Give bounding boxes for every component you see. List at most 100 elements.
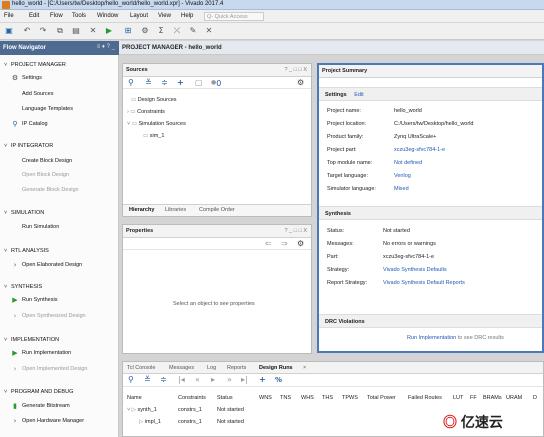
search-icon[interactable]: ⚲ xyxy=(128,78,134,88)
simulator-language-link[interactable]: Mixed xyxy=(394,186,409,192)
expand-all-icon[interactable]: ≑ xyxy=(160,375,167,385)
run-icon[interactable]: ▸ xyxy=(211,375,215,385)
nav-create-block-design[interactable]: Create Block Design xyxy=(22,158,72,164)
nav-settings[interactable]: ⚙ Settings xyxy=(12,74,42,82)
edit-icon[interactable]: ✎ xyxy=(188,26,198,36)
collapse-all-icon[interactable]: ≚ xyxy=(145,78,152,88)
copy-icon[interactable]: ⧉ xyxy=(55,26,65,36)
column-header[interactable]: THS xyxy=(322,395,333,401)
target-language-link[interactable]: Verilog xyxy=(394,173,411,179)
first-icon[interactable]: |◂ xyxy=(178,375,185,385)
run-icon[interactable]: ▶ xyxy=(104,26,114,36)
section-simulation[interactable]: ˅ SIMULATION xyxy=(4,210,44,216)
paste-icon[interactable]: ▤ xyxy=(71,26,81,36)
tree-sim-1[interactable]: ▭ sim_1 xyxy=(143,133,164,139)
search-icon[interactable]: ⚲ xyxy=(128,375,134,385)
tab-hierarchy[interactable]: Hierarchy xyxy=(129,207,154,213)
section-ip-integrator[interactable]: ˅ IP INTEGRATOR xyxy=(4,143,53,149)
run-implementation-link[interactable]: Run Implementation xyxy=(407,335,456,341)
redo-icon[interactable]: ↷ xyxy=(38,26,48,36)
close-icon[interactable]: ✕ xyxy=(204,26,214,36)
column-header[interactable]: WHS xyxy=(301,395,314,401)
nav-run-simulation[interactable]: Run Simulation xyxy=(22,224,59,230)
add-icon[interactable]: + xyxy=(177,78,184,88)
add-run-icon[interactable]: + xyxy=(259,375,266,385)
previous-icon[interactable]: « xyxy=(195,375,200,385)
nav-language-templates[interactable]: Language Templates xyxy=(22,106,73,112)
crossed-tool-icon[interactable]: ⤫ xyxy=(172,26,182,36)
section-program-and-debug[interactable]: ˅ PROGRAM AND DEBUG xyxy=(4,389,73,395)
delete-icon[interactable]: ✕ xyxy=(88,26,98,36)
synthesis-strategy-link[interactable]: Vivado Synthesis Defaults xyxy=(383,267,447,273)
nav-ip-catalog[interactable]: ⚲ IP Catalog xyxy=(12,120,47,128)
column-header[interactable]: Failed Routes xyxy=(408,395,442,401)
menu-view[interactable]: View xyxy=(158,13,171,19)
menu-edit[interactable]: Edit xyxy=(29,13,39,19)
column-header[interactable]: Constraints xyxy=(178,395,206,401)
tab-reports[interactable]: Reports xyxy=(227,365,246,371)
column-header[interactable]: LUT xyxy=(453,395,463,401)
tab-design-runs[interactable]: Design Runs xyxy=(259,365,293,371)
nav-run-synthesis[interactable]: ▶ Run Synthesis xyxy=(12,296,57,304)
menu-help[interactable]: Help xyxy=(181,13,193,19)
nav-run-implementation[interactable]: ▶ Run Implementation xyxy=(12,349,71,357)
column-header[interactable]: D xyxy=(533,395,537,401)
properties-icon[interactable]: ▢ xyxy=(195,78,203,88)
nav-add-sources[interactable]: Add Sources xyxy=(22,91,54,97)
column-header[interactable]: TPWS xyxy=(342,395,358,401)
menu-file[interactable]: File xyxy=(4,13,14,19)
forward-arrow-icon[interactable]: ⇒ xyxy=(281,239,288,249)
close-tab-icon[interactable]: × xyxy=(303,365,306,371)
sigma-icon[interactable]: Σ xyxy=(156,26,166,36)
section-synthesis[interactable]: ˅ SYNTHESIS xyxy=(4,284,42,290)
menu-window[interactable]: Window xyxy=(97,13,118,19)
back-arrow-icon[interactable]: ⇐ xyxy=(265,239,272,249)
nav-open-elaborated-design[interactable]: › Open Elaborated Design xyxy=(14,261,83,269)
menu-tools[interactable]: Tools xyxy=(72,13,86,19)
tree-simulation-sources[interactable]: ˅ ▭ Simulation Sources xyxy=(127,121,186,127)
tab-compile-order[interactable]: Compile Order xyxy=(199,207,235,213)
column-header[interactable]: Total Power xyxy=(367,395,396,401)
column-header[interactable]: Name xyxy=(127,395,142,401)
edit-link[interactable]: Edit xyxy=(354,92,363,98)
section-project-manager[interactable]: ˅ PROJECT MANAGER xyxy=(4,62,66,68)
tree-constraints[interactable]: › ▭ Constraints xyxy=(127,109,165,115)
tree-design-sources[interactable]: ▭ Design Sources xyxy=(131,97,177,103)
column-header[interactable]: Status xyxy=(217,395,233,401)
tab-log[interactable]: Log xyxy=(207,365,216,371)
last-icon[interactable]: ▸| xyxy=(241,375,248,385)
sources-window-controls[interactable]: ? _ □ □ X xyxy=(284,67,307,73)
project-part-link[interactable]: xczu3eg-sfvc784-1-e xyxy=(394,147,445,153)
open-project-icon[interactable]: ▣ xyxy=(4,26,14,36)
top-module-link[interactable]: Not defined xyxy=(394,160,422,166)
column-header[interactable]: FF xyxy=(470,395,477,401)
section-implementation[interactable]: ˅ IMPLEMENTATION xyxy=(4,337,59,343)
collapse-all-icon[interactable]: ≚ xyxy=(144,375,151,385)
column-header[interactable]: TNS xyxy=(280,395,291,401)
next-icon[interactable]: » xyxy=(227,375,232,385)
settings-gear-icon[interactable]: ⚙ xyxy=(297,239,304,249)
undo-icon[interactable]: ↶ xyxy=(22,26,32,36)
section-rtl-analysis[interactable]: ˅ RTL ANALYSIS xyxy=(4,248,49,254)
report-strategy-link[interactable]: Vivado Synthesis Default Reports xyxy=(383,280,465,286)
column-header[interactable]: URAM xyxy=(506,395,522,401)
tab-libraries[interactable]: Libraries xyxy=(165,207,186,213)
nav-open-block-design[interactable]: Open Block Design xyxy=(22,172,69,178)
settings-gear-icon[interactable]: ⚙ xyxy=(297,78,304,88)
column-header[interactable]: WNS xyxy=(259,395,272,401)
nav-open-implemented-design[interactable]: › Open Implemented Design xyxy=(14,365,88,373)
tab-tcl-console[interactable]: Tcl Console xyxy=(127,365,155,371)
menu-layout[interactable]: Layout xyxy=(130,13,148,19)
percent-icon[interactable]: % xyxy=(275,375,282,385)
nav-open-synthesized-design[interactable]: › Open Synthesized Design xyxy=(14,312,86,320)
nav-generate-block-design[interactable]: Generate Block Design xyxy=(22,187,79,193)
column-header[interactable]: BRAMs xyxy=(483,395,502,401)
expand-all-icon[interactable]: ≑ xyxy=(161,78,168,88)
properties-window-controls[interactable]: ? _ □ □ X xyxy=(284,228,307,234)
tab-messages[interactable]: Messages xyxy=(169,365,194,371)
nav-generate-bitstream[interactable]: ▮ Generate Bitstream xyxy=(13,402,70,410)
settings-gear-icon[interactable]: ⚙ xyxy=(140,26,150,36)
nav-open-hardware-manager[interactable]: › Open Hardware Manager xyxy=(14,417,84,425)
menu-flow[interactable]: Flow xyxy=(50,13,63,19)
quick-access-search[interactable]: Q- Quick Access xyxy=(204,12,264,21)
